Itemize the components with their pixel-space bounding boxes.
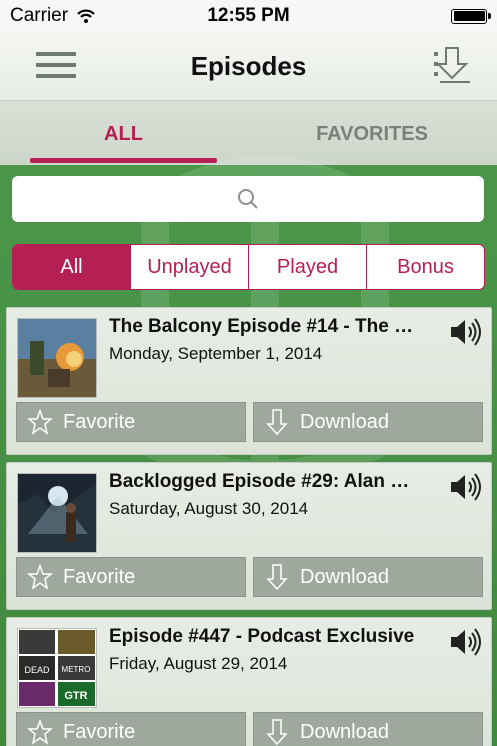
status-bar: 12:55 PM Carrier	[0, 0, 497, 32]
filter-played[interactable]: Played	[249, 245, 367, 289]
download-arrow-icon	[266, 719, 288, 746]
favorite-button[interactable]: Favorite	[16, 402, 246, 442]
episode-thumbnail: DEAD METRO GTR	[17, 628, 97, 708]
speaker-icon[interactable]	[449, 471, 483, 503]
episode-thumbnail	[17, 473, 97, 553]
episode-card[interactable]: The Balcony Episode #14 - The Soundtrack…	[6, 307, 492, 455]
download-all-icon[interactable]	[430, 44, 474, 88]
download-arrow-icon	[266, 409, 288, 436]
episode-filter: All Unplayed Played Bonus	[12, 244, 485, 290]
battery-icon	[451, 8, 491, 24]
tab-favorites-label: FAVORITES	[316, 123, 428, 145]
download-button[interactable]: Download	[253, 557, 483, 597]
episode-date: Saturday, August 30, 2014	[109, 499, 309, 518]
tab-all-label: ALL	[104, 123, 143, 145]
favorite-button[interactable]: Favorite	[16, 557, 246, 597]
speaker-icon[interactable]	[449, 316, 483, 348]
download-label: Download	[300, 410, 389, 433]
filter-all[interactable]: All	[13, 245, 131, 289]
episode-thumbnail	[17, 318, 97, 398]
episode-card[interactable]: Backlogged Episode #29: Alan Wake Saturd…	[6, 462, 492, 610]
favorite-label: Favorite	[63, 565, 136, 588]
search-icon	[238, 189, 258, 209]
download-arrow-icon	[266, 564, 288, 591]
search-field[interactable]	[12, 176, 484, 222]
favorite-label: Favorite	[63, 720, 136, 743]
episode-title: The Balcony Episode #14 - The Soundtrack…	[109, 316, 419, 337]
app-screen: 12:55 PM Carrier Episodes ALL FAVORITES …	[0, 0, 497, 746]
episode-date: Friday, August 29, 2014	[109, 654, 288, 673]
episode-card[interactable]: DEAD METRO GTR Episode #447 - Podcast Ex…	[6, 617, 492, 746]
download-button[interactable]: Download	[253, 402, 483, 442]
download-label: Download	[300, 565, 389, 588]
star-icon	[27, 409, 53, 435]
download-button[interactable]: Download	[253, 712, 483, 746]
star-icon	[27, 719, 53, 745]
thumb-text-gtr: GTR	[64, 690, 87, 702]
page-title: Episodes	[190, 51, 307, 81]
episode-title: Backlogged Episode #29: Alan Wake	[109, 471, 419, 492]
favorite-button[interactable]: Favorite	[16, 712, 246, 746]
filter-bonus[interactable]: Bonus	[367, 245, 484, 289]
star-icon	[27, 564, 53, 590]
favorite-label: Favorite	[63, 410, 136, 433]
status-time: 12:55 PM	[207, 5, 290, 26]
episode-date: Monday, September 1, 2014	[109, 344, 323, 363]
thumb-text-metro: METRO	[62, 665, 91, 674]
thumb-text-dead: DEAD	[24, 665, 50, 675]
filter-unplayed[interactable]: Unplayed	[131, 245, 249, 289]
episode-title: Episode #447 - Podcast Exclusive	[109, 626, 415, 647]
nav-bar: Episodes	[0, 32, 497, 101]
speaker-icon[interactable]	[449, 626, 483, 658]
download-label: Download	[300, 720, 389, 743]
